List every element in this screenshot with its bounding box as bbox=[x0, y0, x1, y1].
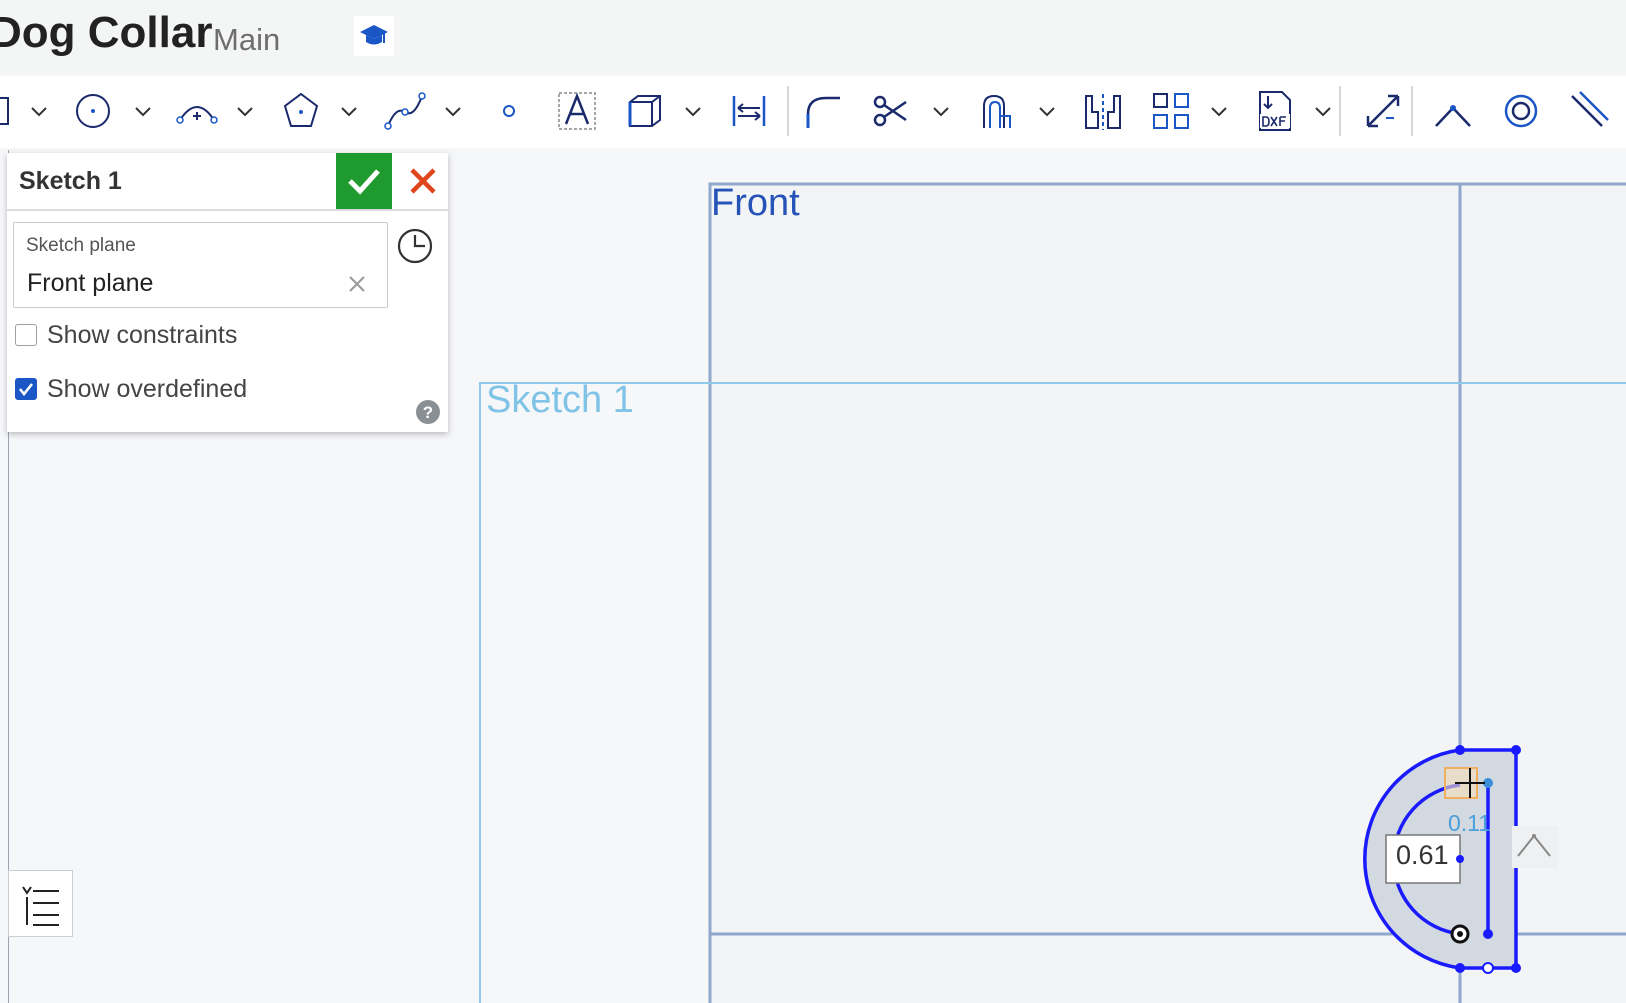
show-overdefined-box[interactable] bbox=[15, 378, 37, 400]
header-divider bbox=[7, 209, 448, 211]
parallel-icon[interactable] bbox=[1564, 88, 1610, 134]
mirror-icon[interactable] bbox=[1080, 88, 1126, 134]
concentric-icon[interactable] bbox=[1498, 88, 1544, 134]
chevron-down-icon[interactable] bbox=[442, 100, 464, 122]
graduation-cap-icon[interactable] bbox=[354, 16, 394, 56]
document-header: Dog Collar Main bbox=[0, 0, 1626, 74]
front-plane-label[interactable]: Front bbox=[711, 182, 800, 225]
chevron-down-icon[interactable] bbox=[234, 100, 256, 122]
show-overdefined-checkbox[interactable]: Show overdefined bbox=[15, 375, 295, 407]
checkmark-icon bbox=[348, 169, 380, 195]
dimension-value[interactable]: 0.61 bbox=[1396, 840, 1449, 871]
show-constraints-box[interactable] bbox=[15, 324, 37, 346]
dimension-value-secondary[interactable]: 0.11 bbox=[1448, 810, 1491, 837]
line-icon[interactable] bbox=[0, 88, 28, 134]
toolbar-separator bbox=[1339, 86, 1341, 136]
toolbar-separator bbox=[787, 86, 789, 136]
grid-pattern-icon[interactable] bbox=[1148, 88, 1194, 134]
chevron-down-icon[interactable] bbox=[682, 100, 704, 122]
document-title[interactable]: Dog Collar bbox=[0, 8, 212, 58]
sketch-plane-label[interactable]: Sketch 1 bbox=[486, 379, 634, 422]
dialog-title: Sketch 1 bbox=[19, 167, 122, 195]
show-overdefined-label: Show overdefined bbox=[47, 375, 248, 403]
text-icon[interactable] bbox=[554, 88, 600, 134]
chevron-down-icon[interactable] bbox=[1036, 100, 1058, 122]
circle-icon[interactable] bbox=[70, 88, 116, 134]
help-icon[interactable]: ? bbox=[415, 399, 441, 425]
confirm-button[interactable] bbox=[336, 153, 392, 209]
show-constraints-label: Show constraints bbox=[47, 321, 238, 349]
history-icon[interactable] bbox=[396, 227, 434, 265]
sketch-plane-label: Sketch plane bbox=[26, 235, 136, 256]
dimension-icon[interactable] bbox=[726, 88, 772, 134]
chevron-down-icon[interactable] bbox=[338, 100, 360, 122]
sketch-plane-value[interactable]: Front plane bbox=[27, 269, 153, 298]
show-constraints-checkbox[interactable]: Show constraints bbox=[15, 321, 295, 353]
dxf-icon[interactable] bbox=[1252, 88, 1298, 134]
transform-icon[interactable] bbox=[1360, 88, 1406, 134]
scissors-icon[interactable] bbox=[868, 88, 914, 134]
toolbar-separator bbox=[1411, 86, 1413, 136]
svg-text:?: ? bbox=[423, 403, 433, 422]
branch-name[interactable]: Main bbox=[213, 22, 280, 58]
point-icon[interactable] bbox=[486, 88, 532, 134]
offset-icon[interactable] bbox=[974, 88, 1020, 134]
arc-icon[interactable] bbox=[174, 88, 220, 134]
sketch-feature-dialog: Sketch 1 Sketch plane Front plane Show c… bbox=[7, 153, 448, 432]
cancel-button[interactable] bbox=[398, 153, 448, 209]
use-icon[interactable] bbox=[622, 88, 668, 134]
chevron-down-icon[interactable] bbox=[1208, 100, 1230, 122]
polygon-icon[interactable] bbox=[278, 88, 324, 134]
chevron-down-icon[interactable] bbox=[132, 100, 154, 122]
feature-list-button[interactable] bbox=[8, 870, 73, 937]
spline-icon[interactable] bbox=[382, 88, 428, 134]
chevron-down-icon[interactable] bbox=[28, 100, 50, 122]
sketch-plane-field[interactable]: Sketch plane Front plane bbox=[13, 222, 388, 308]
list-icon bbox=[22, 886, 59, 926]
chevron-down-icon[interactable] bbox=[930, 100, 952, 122]
clear-icon[interactable] bbox=[346, 273, 368, 295]
close-icon bbox=[410, 168, 436, 194]
coincident-icon[interactable] bbox=[1430, 88, 1476, 134]
fillet-icon[interactable] bbox=[800, 88, 846, 134]
chevron-down-icon[interactable] bbox=[1312, 100, 1334, 122]
